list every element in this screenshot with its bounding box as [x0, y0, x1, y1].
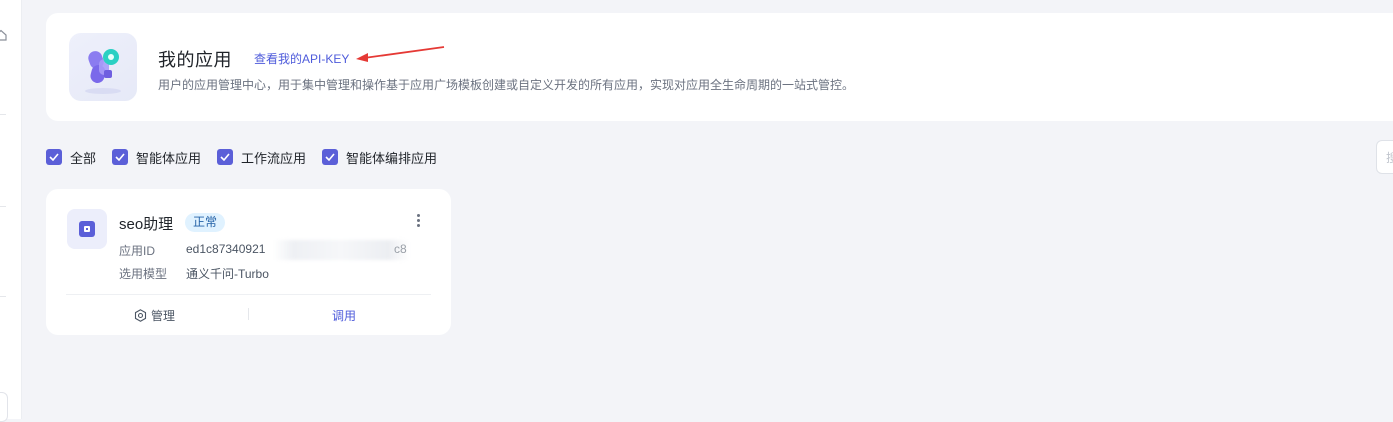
- view-api-key-link[interactable]: 查看我的API-KEY: [254, 50, 349, 67]
- page-header-card: 我的应用 查看我的API-KEY 用户的应用管理中心，用于集中管理和操作基于应用…: [46, 13, 1393, 121]
- gear-icon: [134, 309, 147, 322]
- app-card-icon: [67, 209, 107, 249]
- manage-label: 管理: [151, 309, 176, 323]
- redaction-mask: [273, 240, 409, 260]
- action-divider: [248, 308, 249, 320]
- checkbox-checked-icon[interactable]: [112, 149, 129, 165]
- app-id-tail: c8: [394, 242, 407, 256]
- app-name: seo助理: [119, 216, 174, 233]
- checkbox-checked-icon[interactable]: [46, 149, 62, 165]
- app-type-filter-bar: 全部 智能体应用 工作流应用 智能体编排应用: [46, 148, 453, 166]
- sidebar-collapse-handle[interactable]: [0, 392, 8, 422]
- filter-label: 工作流应用: [241, 150, 307, 166]
- app-logo-icon: [69, 33, 137, 101]
- home-icon[interactable]: [0, 28, 8, 42]
- sidebar-divider: [0, 206, 6, 207]
- app-id-label: 应用ID: [119, 244, 156, 258]
- search-input[interactable]: 搜: [1376, 140, 1393, 174]
- status-badge: 正常: [185, 213, 226, 232]
- manage-button[interactable]: 管理: [134, 307, 175, 324]
- checkbox-checked-icon[interactable]: [322, 149, 339, 165]
- annotation-arrow-icon: [356, 46, 445, 62]
- sidebar-divider: [0, 114, 6, 115]
- filter-label: 智能体编排应用: [346, 150, 438, 166]
- model-value: 通义千问-Turbo: [186, 267, 269, 281]
- filter-label: 全部: [70, 150, 97, 166]
- filter-all[interactable]: 全部: [46, 148, 96, 167]
- search-icon: 搜: [1386, 151, 1393, 165]
- page-title: 我的应用: [158, 50, 232, 70]
- filter-workflow-app[interactable]: 工作流应用: [217, 148, 306, 167]
- invoke-button[interactable]: 调用: [332, 307, 356, 324]
- filter-agent-orchestration-app[interactable]: 智能体编排应用: [322, 148, 437, 167]
- card-divider: [66, 294, 431, 295]
- filter-label: 智能体应用: [136, 150, 202, 166]
- page-description: 用户的应用管理中心，用于集中管理和操作基于应用广场模板创建或自定义开发的所有应用…: [158, 78, 855, 92]
- filter-agent-app[interactable]: 智能体应用: [112, 148, 201, 167]
- app-card[interactable]: seo助理 正常 应用ID ed1c87340921 c8 选用模型 通义千问-…: [46, 189, 451, 335]
- model-label: 选用模型: [119, 267, 168, 281]
- app-id-value: ed1c87340921: [186, 242, 266, 256]
- sidebar-divider: [0, 296, 6, 297]
- left-sidebar: [0, 0, 22, 422]
- checkbox-checked-icon[interactable]: [217, 149, 234, 165]
- more-vertical-icon[interactable]: [413, 213, 423, 231]
